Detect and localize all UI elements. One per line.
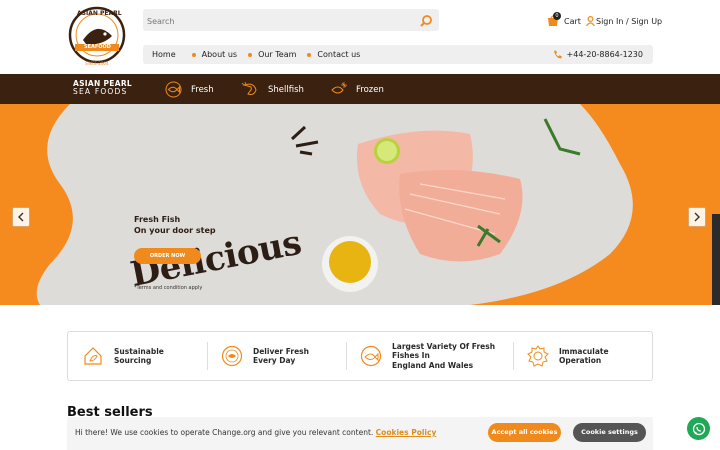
brand-logo[interactable]: ASIAN PEARL SEAFOOD SINCE 2004: [68, 6, 126, 68]
logo-text-line2: SEAFOOD: [84, 44, 111, 50]
cart-label: Cart: [564, 16, 581, 26]
bullet-dot: [191, 52, 196, 57]
phone-label: +44-20-8864-1230: [566, 50, 643, 59]
nav-contact[interactable]: Contact us: [307, 50, 360, 59]
nav-team[interactable]: Our Team: [248, 50, 296, 59]
feature-2-line1: Deliver Fresh: [253, 346, 309, 356]
cart-count-badge: 0: [553, 12, 561, 20]
logo-text-line1: ASIAN PEARL: [77, 10, 122, 17]
feature-deliver-fresh: Deliver Fresh Every Day: [221, 332, 309, 380]
category-fresh-label: Fresh: [191, 84, 214, 95]
features-strip: Sustainable Sourcing Deliver Fresh Every D…: [67, 331, 653, 381]
accept-cookies-button[interactable]: Accept all cookies: [488, 423, 561, 442]
nav-home[interactable]: Home: [152, 50, 176, 59]
nav-home-label: Home: [152, 50, 176, 59]
feature-1-line1: Sustainable: [114, 346, 164, 356]
cookie-banner: Hi there! We use cookies to operate Chan…: [67, 417, 653, 450]
bullet-dot: [307, 52, 312, 57]
feature-4-line2: Operation: [559, 356, 602, 365]
shrimp-icon: [241, 81, 257, 95]
cookie-settings-button[interactable]: Cookie settings: [573, 423, 646, 442]
fish-badge-icon: [360, 345, 382, 367]
feature-2-line2: Every Day: [253, 356, 296, 365]
divider: [346, 342, 347, 370]
category-bar: ASIAN PEARL SEA FOODS Fresh Shellfish Fr…: [0, 74, 720, 104]
nav-contact-label: Contact us: [317, 50, 361, 59]
user-icon: [586, 16, 595, 26]
gear-badge-icon: [527, 345, 549, 367]
divider: [513, 342, 514, 370]
category-shellfish-label: Shellfish: [268, 84, 304, 95]
feature-4-line1: Immaculate: [559, 346, 609, 356]
feature-3-line3: England And Wales: [392, 360, 474, 370]
feature-1-line2: Sourcing: [114, 356, 152, 365]
category-shellfish[interactable]: Shellfish: [241, 81, 304, 98]
cart-link[interactable]: 0 Cart: [546, 12, 581, 28]
search-input[interactable]: [143, 10, 403, 33]
whatsapp-icon: [692, 422, 705, 435]
hero-subtitle-1: Fresh Fish: [134, 215, 181, 224]
cookie-message: Hi there! We use cookies to operate Chan…: [75, 428, 374, 437]
signin-label: Sign In / Sign Up: [596, 16, 663, 26]
feature-3-line2: Fishes In: [392, 351, 430, 361]
fish-icon: [165, 81, 182, 98]
order-now-button[interactable]: ORDER NOW: [134, 248, 201, 264]
divider: [207, 342, 208, 370]
hero-prev-button[interactable]: [12, 207, 30, 227]
category-frozen-label: Frozen: [356, 84, 384, 95]
hero-background: [0, 104, 720, 305]
hero-subtitle-2: On your door step: [134, 226, 216, 235]
terms-note: *Terms and condition apply: [134, 285, 203, 291]
signin-link[interactable]: Sign In / Sign Up: [586, 14, 662, 28]
nav-team-label: Our Team: [258, 50, 297, 59]
category-fresh[interactable]: Fresh: [165, 81, 214, 98]
cookies-policy-link[interactable]: Cookies Policy: [376, 428, 437, 437]
feature-immaculate: Immaculate Operation: [527, 332, 609, 380]
category-frozen[interactable]: Frozen: [330, 81, 384, 98]
whatsapp-button[interactable]: [687, 417, 710, 440]
nav-about[interactable]: About us: [191, 50, 238, 59]
phone-number[interactable]: +44-20-8864-1230: [553, 50, 643, 59]
feature-sustainable: Sustainable Sourcing: [82, 332, 164, 380]
bullet-dot: [248, 52, 253, 57]
fresh-badge-icon: [221, 345, 243, 367]
chevron-right-icon: [694, 212, 700, 222]
search-box: [143, 9, 439, 33]
brand-line2: SEA FOODS: [73, 87, 128, 96]
hero-banner[interactable]: Delicious Fresh Fish On your door step O…: [0, 104, 720, 305]
hero-next-button[interactable]: [688, 207, 706, 227]
chevron-left-icon: [18, 212, 24, 222]
house-leaf-icon: [84, 347, 102, 365]
cart-icon: 0: [546, 12, 561, 28]
top-nav: Home About us Our Team Contact us +44-20…: [143, 45, 653, 64]
feature-3-line1: Largest Variety Of Fresh: [392, 341, 496, 351]
logo-since: SINCE 2004: [85, 61, 109, 66]
search-icon[interactable]: [419, 13, 433, 27]
category-bar-brand[interactable]: ASIAN PEARL SEA FOODS: [73, 80, 132, 96]
frozen-fish-icon: [331, 82, 347, 94]
nav-about-label: About us: [201, 50, 238, 59]
cookie-message-line: Hi there! We use cookies to operate Chan…: [75, 428, 436, 437]
phone-icon: [553, 50, 562, 59]
feature-largest-variety: Largest Variety Of Fresh Fishes In England…: [360, 332, 495, 380]
